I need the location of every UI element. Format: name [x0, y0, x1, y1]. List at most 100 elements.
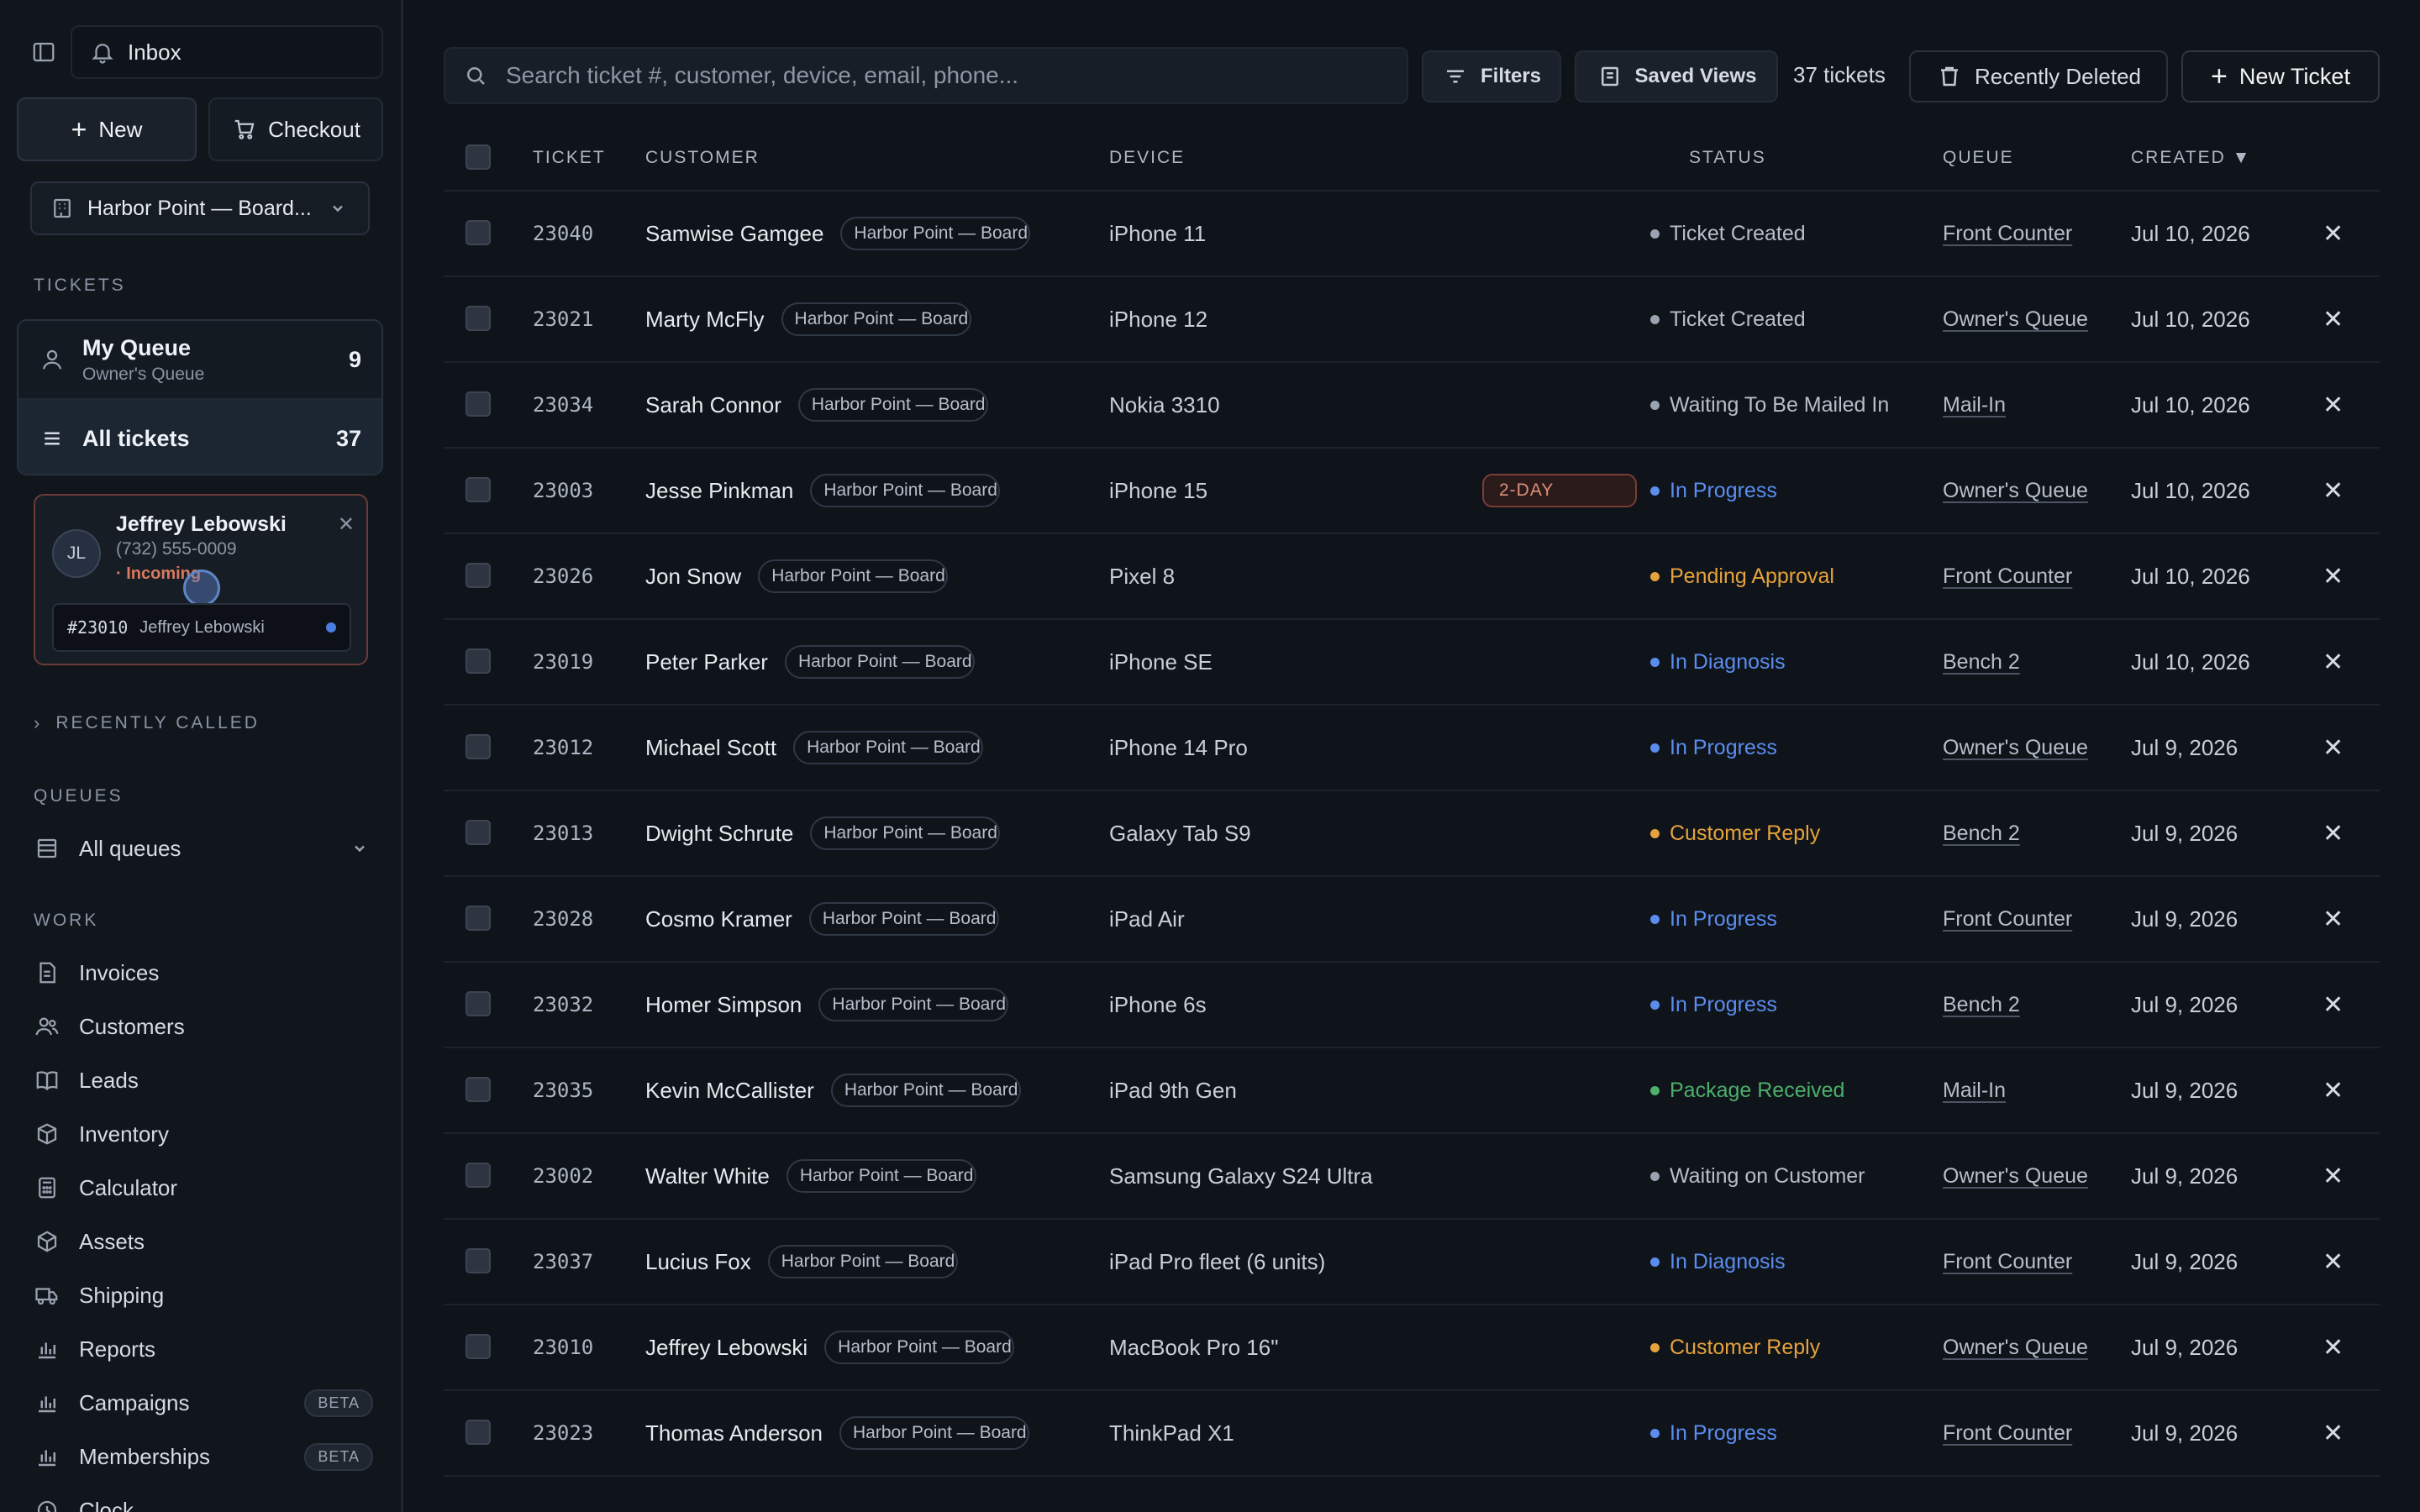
table-row[interactable]: 23012 Michael Scott Harbor Point — Board iP…: [444, 706, 2380, 791]
new-button[interactable]: + New: [17, 97, 197, 161]
queue-link[interactable]: Front Counter: [1943, 877, 2072, 961]
header-created[interactable]: CREATED ▼: [2131, 148, 2251, 168]
table-row[interactable]: 23028 Cosmo Kramer Harbor Point — Board iPa…: [444, 877, 2380, 963]
close-icon[interactable]: ✕: [2323, 1134, 2344, 1218]
location-select[interactable]: Harbor Point — Board...: [30, 181, 370, 235]
recently-called-toggle[interactable]: › RECENTLY CALLED: [34, 712, 260, 734]
status-cell[interactable]: Ticket Created: [1650, 192, 1806, 276]
nav-item-clock[interactable]: Clock: [34, 1483, 373, 1512]
nav-item-inventory[interactable]: Inventory: [34, 1107, 373, 1161]
status-cell[interactable]: Customer Reply: [1650, 791, 1820, 875]
nav-item-calculator[interactable]: Calculator: [34, 1161, 373, 1215]
customer-name[interactable]: Sarah Connor: [645, 392, 781, 418]
sidebar-toggle-button[interactable]: [17, 25, 71, 79]
row-checkbox[interactable]: [466, 563, 491, 588]
table-row[interactable]: 23032 Homer Simpson Harbor Point — Board iP…: [444, 963, 2380, 1048]
nav-item-invoices[interactable]: Invoices: [34, 946, 373, 1000]
table-row[interactable]: 23037 Lucius Fox Harbor Point — Board iPad …: [444, 1220, 2380, 1305]
queue-link[interactable]: Front Counter: [1943, 1391, 2072, 1475]
customer-name[interactable]: Cosmo Kramer: [645, 906, 792, 932]
search-input[interactable]: [506, 62, 1390, 89]
ticket-id[interactable]: 23003: [533, 449, 593, 533]
select-all-checkbox[interactable]: [466, 144, 491, 170]
recently-deleted-button[interactable]: Recently Deleted: [1909, 50, 2168, 102]
nav-item-memberships[interactable]: Memberships BETA: [34, 1430, 373, 1483]
table-row[interactable]: 23010 Jeffrey Lebowski Harbor Point — Boar…: [444, 1305, 2380, 1391]
table-row[interactable]: 23034 Sarah Connor Harbor Point — Board Nok…: [444, 363, 2380, 449]
queue-link[interactable]: Owner's Queue: [1943, 1134, 2088, 1218]
status-cell[interactable]: In Progress: [1650, 449, 1777, 533]
close-icon[interactable]: ✕: [2323, 791, 2344, 875]
queue-link[interactable]: Owner's Queue: [1943, 449, 2088, 533]
close-icon[interactable]: ✕: [2323, 620, 2344, 704]
ticket-id[interactable]: 23040: [533, 192, 593, 276]
customer-name[interactable]: Lucius Fox: [645, 1249, 751, 1275]
customer-name[interactable]: Marty McFly: [645, 307, 765, 333]
call-linked-ticket[interactable]: #23010 Jeffrey Lebowski: [52, 603, 351, 652]
ticket-id[interactable]: 23034: [533, 363, 593, 447]
close-icon[interactable]: ✕: [2323, 1048, 2344, 1132]
close-icon[interactable]: ✕: [2323, 449, 2344, 533]
row-checkbox[interactable]: [466, 306, 491, 331]
table-row[interactable]: 23003 Jesse Pinkman Harbor Point — Board iP…: [444, 449, 2380, 534]
customer-name[interactable]: Michael Scott: [645, 735, 776, 761]
queues-select[interactable]: All queues: [34, 828, 373, 869]
customer-name[interactable]: Samwise Gamgee: [645, 221, 823, 247]
queue-link[interactable]: Owner's Queue: [1943, 706, 2088, 790]
ticket-id[interactable]: 23028: [533, 877, 593, 961]
customer-name[interactable]: Walter White: [645, 1163, 770, 1189]
nav-item-assets[interactable]: Assets: [34, 1215, 373, 1268]
header-ticket[interactable]: TICKET: [533, 148, 606, 168]
table-row[interactable]: 23013 Dwight Schrute Harbor Point — Board G…: [444, 791, 2380, 877]
all-tickets-item[interactable]: All tickets 37: [18, 400, 381, 474]
ticket-id[interactable]: 23026: [533, 534, 593, 618]
status-cell[interactable]: In Progress: [1650, 1391, 1777, 1475]
header-customer[interactable]: CUSTOMER: [645, 148, 760, 168]
incoming-call-card[interactable]: JL Jeffrey Lebowski (732) 555-0009 · Inc…: [34, 494, 368, 665]
row-checkbox[interactable]: [466, 1077, 491, 1102]
row-checkbox[interactable]: [466, 220, 491, 245]
header-status[interactable]: STATUS: [1689, 148, 1766, 168]
close-icon[interactable]: ✕: [2323, 963, 2344, 1047]
queue-link[interactable]: Owner's Queue: [1943, 277, 2088, 361]
ticket-id[interactable]: 23035: [533, 1048, 593, 1132]
queue-link[interactable]: Bench 2: [1943, 791, 2020, 875]
row-checkbox[interactable]: [466, 734, 491, 759]
row-checkbox[interactable]: [466, 906, 491, 931]
header-device[interactable]: DEVICE: [1109, 148, 1185, 168]
checkout-button[interactable]: Checkout: [208, 97, 383, 161]
ticket-id[interactable]: 23032: [533, 963, 593, 1047]
status-cell[interactable]: In Diagnosis: [1650, 620, 1786, 704]
row-checkbox[interactable]: [466, 1334, 491, 1359]
filters-button[interactable]: Filters: [1422, 50, 1561, 102]
customer-name[interactable]: Jesse Pinkman: [645, 478, 793, 504]
close-icon[interactable]: ✕: [2323, 706, 2344, 790]
close-icon[interactable]: ✕: [2323, 1305, 2344, 1389]
status-cell[interactable]: In Diagnosis: [1650, 1220, 1786, 1304]
close-icon[interactable]: ✕: [2323, 1391, 2344, 1475]
ticket-id[interactable]: 23002: [533, 1134, 593, 1218]
ticket-id[interactable]: 23023: [533, 1391, 593, 1475]
row-checkbox[interactable]: [466, 1163, 491, 1188]
queue-link[interactable]: Bench 2: [1943, 620, 2020, 704]
nav-item-shipping[interactable]: Shipping: [34, 1268, 373, 1322]
table-row[interactable]: 23040 Samwise Gamgee Harbor Point — Board i…: [444, 192, 2380, 277]
queue-link[interactable]: Front Counter: [1943, 192, 2072, 276]
close-icon[interactable]: ✕: [2323, 277, 2344, 361]
nav-item-reports[interactable]: Reports: [34, 1322, 373, 1376]
customer-name[interactable]: Jeffrey Lebowski: [645, 1335, 808, 1361]
table-row[interactable]: 23026 Jon Snow Harbor Point — Board Pixel 8…: [444, 534, 2380, 620]
status-cell[interactable]: Package Received: [1650, 1048, 1844, 1132]
status-cell[interactable]: Pending Approval: [1650, 534, 1834, 618]
customer-name[interactable]: Peter Parker: [645, 649, 768, 675]
inbox-button[interactable]: Inbox: [71, 25, 383, 79]
queue-link[interactable]: Front Counter: [1943, 1220, 2072, 1304]
status-cell[interactable]: In Progress: [1650, 877, 1777, 961]
ticket-id[interactable]: 23010: [533, 1305, 593, 1389]
customer-name[interactable]: Kevin McCallister: [645, 1078, 814, 1104]
close-icon[interactable]: ✕: [2323, 192, 2344, 276]
row-checkbox[interactable]: [466, 391, 491, 417]
header-queue[interactable]: QUEUE: [1943, 148, 2014, 168]
status-cell[interactable]: Customer Reply: [1650, 1305, 1820, 1389]
status-cell[interactable]: Waiting on Customer: [1650, 1134, 1865, 1218]
